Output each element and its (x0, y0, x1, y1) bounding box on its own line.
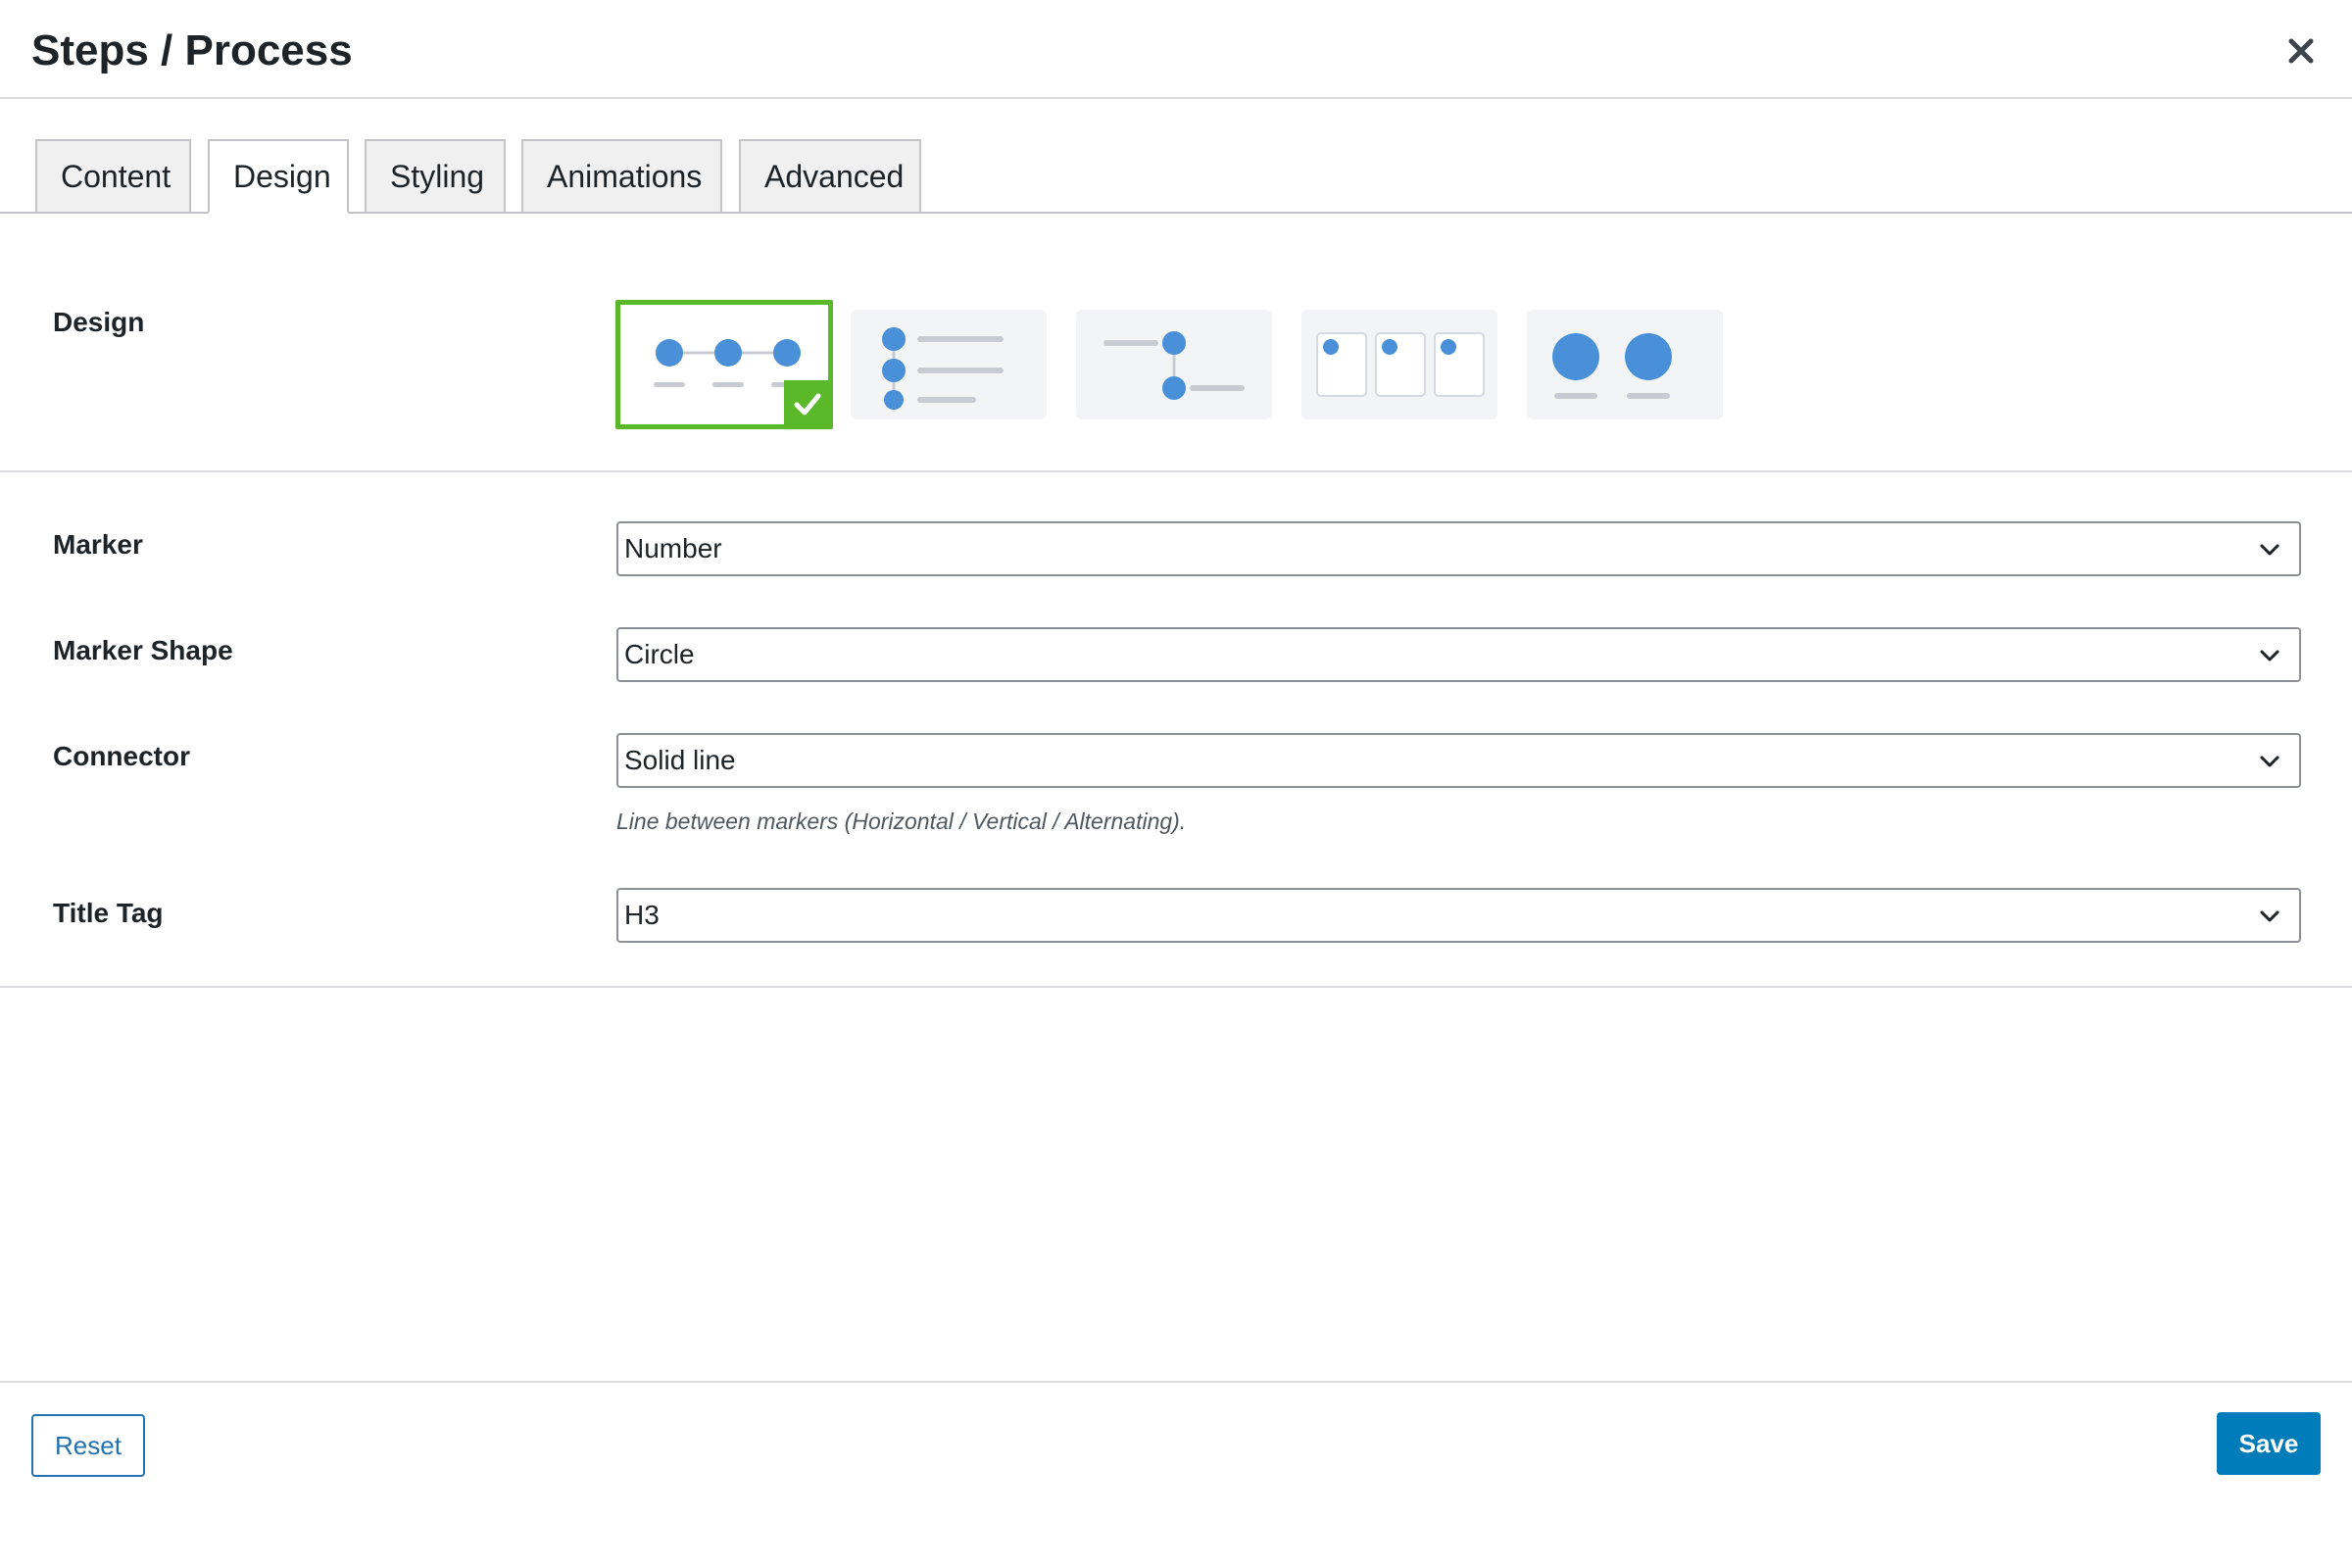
marker-shape-label: Marker Shape (53, 635, 233, 665)
tab-content[interactable]: Content (35, 139, 191, 214)
chevron-down-icon (2260, 756, 2279, 767)
modal-header: Steps / Process (0, 0, 2352, 99)
selected-badge (784, 380, 831, 427)
steps-process-modal: Steps / Process Content Design Styling A… (0, 0, 2352, 1568)
tab-advanced[interactable]: Advanced (739, 139, 921, 214)
checkmark-icon (794, 393, 821, 416)
marker-select[interactable]: Number (616, 521, 2301, 576)
connector-label: Connector (53, 741, 190, 771)
connector-select[interactable]: Solid line (616, 733, 2301, 788)
tab-design[interactable]: Design (208, 139, 349, 214)
close-icon (2288, 38, 2314, 64)
title-tag-select-value: H3 (624, 900, 660, 930)
modal-title: Steps / Process (31, 26, 353, 74)
save-button[interactable]: Save (2217, 1412, 2321, 1475)
marker-shape-select[interactable]: Circle (616, 627, 2301, 682)
chevron-down-icon (2260, 544, 2279, 556)
tab-styling[interactable]: Styling (365, 139, 506, 214)
chevron-down-icon (2260, 650, 2279, 662)
close-button[interactable] (2278, 27, 2325, 74)
tab-animations[interactable]: Animations (521, 139, 722, 214)
large-circles-icon (1552, 333, 1672, 399)
design-option-alternating[interactable] (1076, 310, 1272, 419)
title-tag-select[interactable]: H3 (616, 888, 2301, 943)
design-option-large-circles[interactable] (1527, 310, 1723, 419)
connector-select-value: Solid line (624, 745, 736, 775)
alternating-steps-icon (1103, 331, 1245, 400)
design-option-cards[interactable] (1301, 310, 1497, 419)
vertical-list-icon (882, 327, 1004, 410)
marker-select-value: Number (624, 533, 722, 564)
reset-button[interactable]: Reset (31, 1414, 145, 1477)
card-steps-icon (1316, 332, 1485, 397)
tab-bar: Content Design Styling Animations Advanc… (0, 99, 2352, 214)
design-option-vertical[interactable] (851, 310, 1047, 419)
chevron-down-icon (2260, 910, 2279, 922)
design-label: Design (53, 307, 145, 337)
design-option-horizontal[interactable] (615, 300, 833, 429)
modal-footer: Reset Save (0, 1381, 2352, 1568)
title-tag-label: Title Tag (53, 898, 164, 928)
marker-shape-select-value: Circle (624, 639, 695, 669)
marker-label: Marker (53, 529, 143, 560)
connector-help-text: Line between markers (Horizontal / Verti… (616, 808, 1187, 834)
